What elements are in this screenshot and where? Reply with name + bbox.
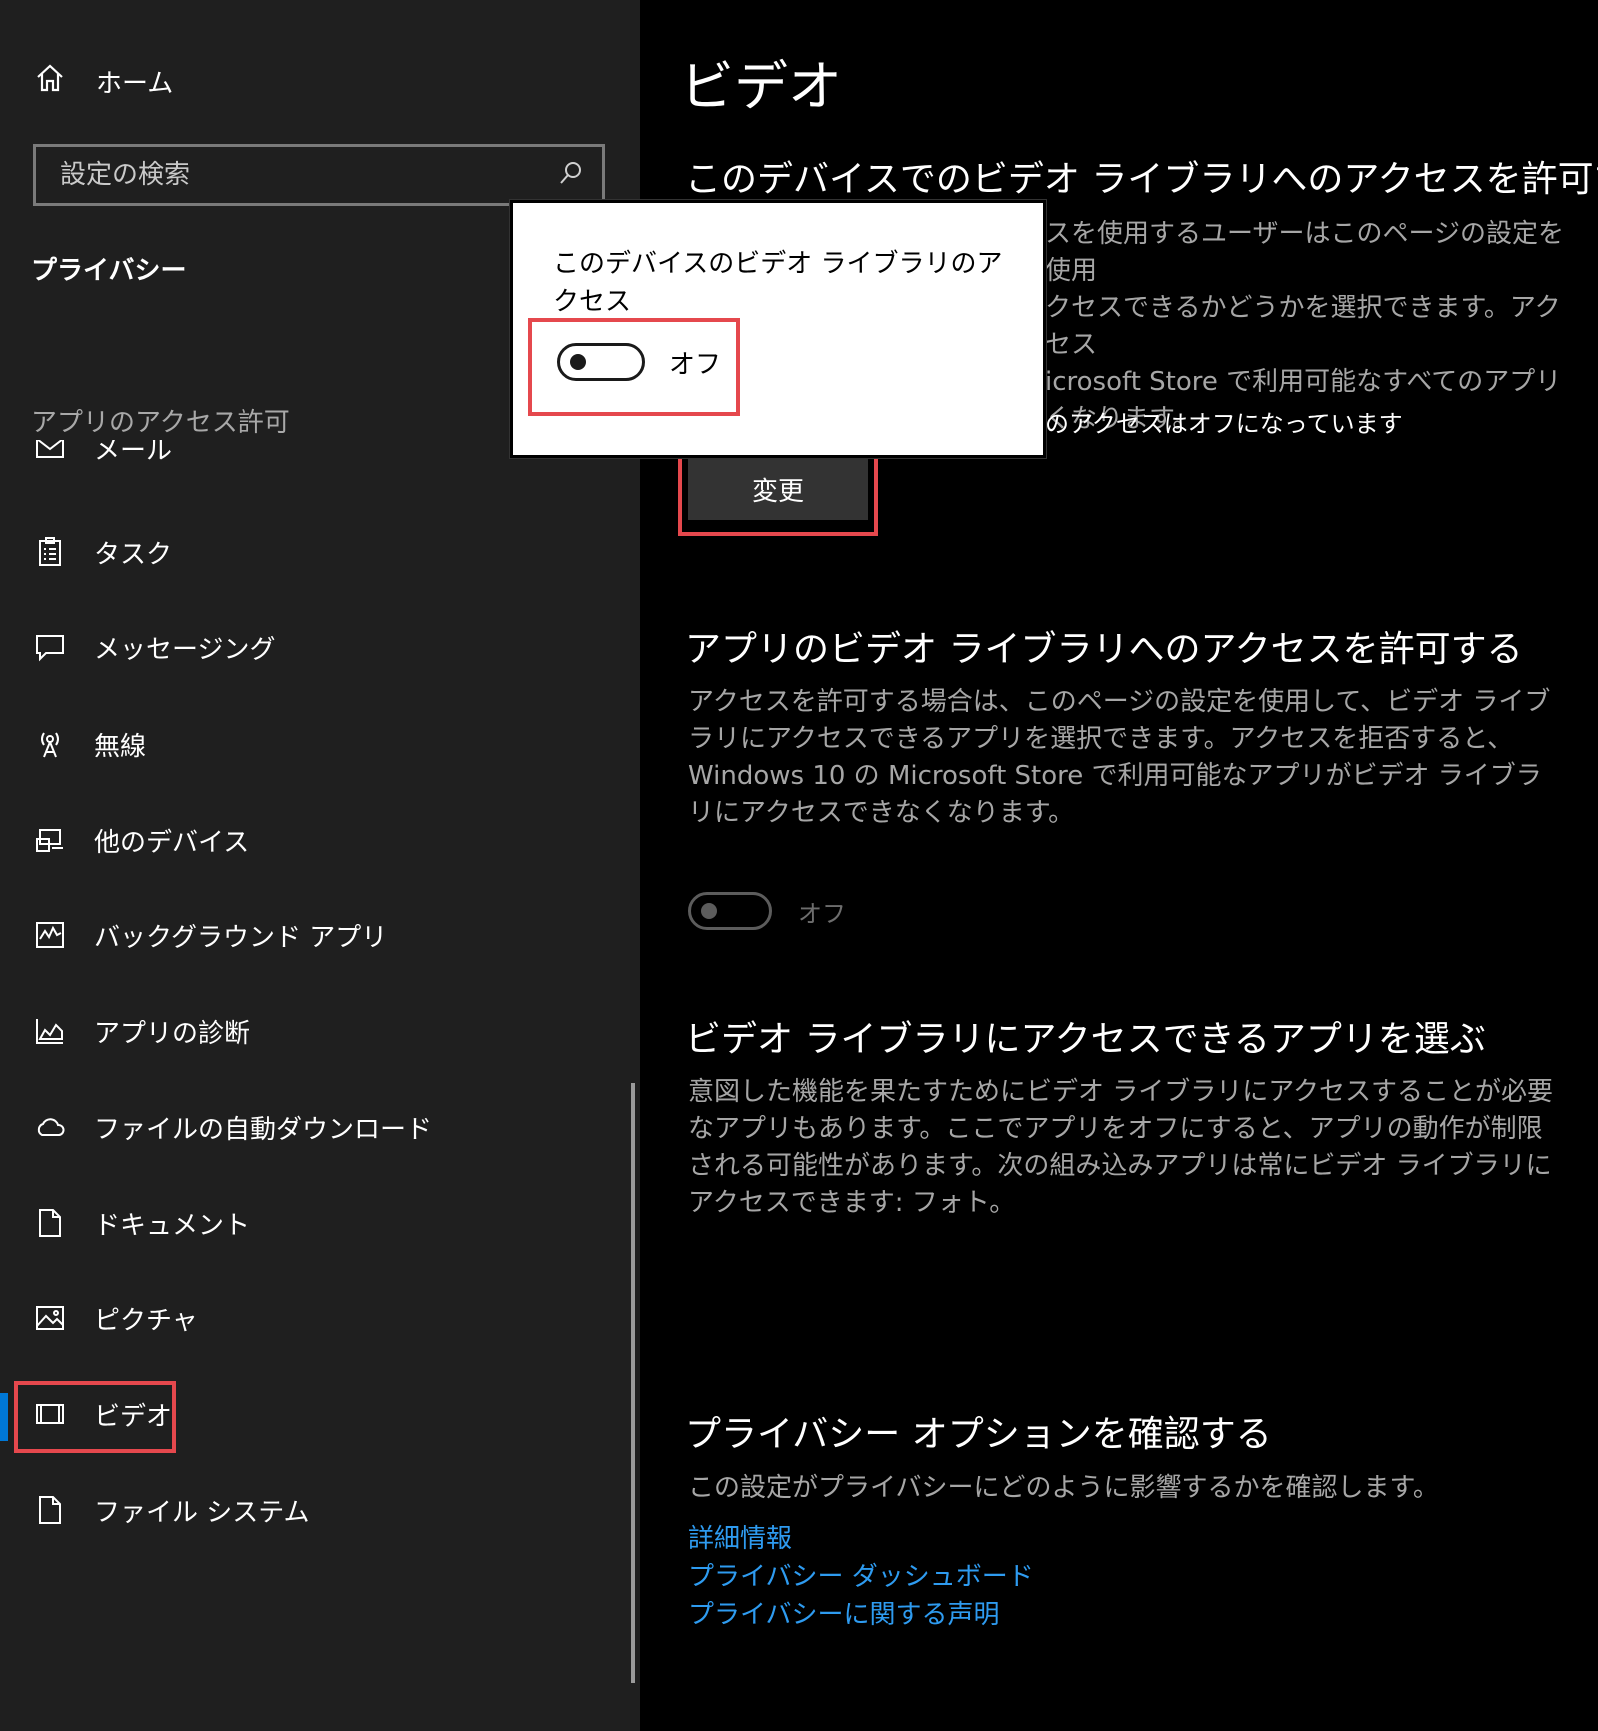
search-input[interactable] [58, 159, 558, 191]
sidebar-item-messaging[interactable]: メッセージング [34, 619, 275, 675]
sidebar-nav-list: メール タスク メッセージング 無線 他のデバイス バックグラウンド アプリ ア… [0, 440, 632, 1731]
section-title-privacy: プライバシー [31, 256, 187, 286]
home-label: ホーム [96, 68, 174, 99]
sidebar-item-other-devices[interactable]: 他のデバイス [34, 812, 249, 868]
radio-icon [34, 728, 66, 760]
cloud-icon [34, 1111, 66, 1143]
sidebar-item-tasks[interactable]: タスク [34, 524, 172, 580]
mail-icon [34, 440, 66, 464]
app-access-description: アクセスを許可する場合は、このページの設定を使用して、ビデオ ライブラリにアクセ… [688, 687, 1551, 828]
group-title-app-permissions: アプリのアクセス許可 [31, 408, 290, 438]
sidebar-item-label: バックグラウンド アプリ [94, 922, 388, 953]
messaging-icon [34, 631, 66, 663]
sidebar-item-app-diagnostics[interactable]: アプリの診断 [34, 1003, 250, 1059]
link-privacy-statement[interactable]: プライバシーに関する声明 [688, 1594, 999, 1631]
sidebar-item-label: ファイルの自動ダウンロード [94, 1114, 433, 1145]
sidebar-item-label: 他のデバイス [94, 827, 250, 858]
sidebar-item-label: メール [94, 440, 173, 466]
app-access-toggle-label: オフ [798, 899, 846, 928]
device-access-status: のアクセスはオフになっています [1045, 410, 1403, 438]
document-icon [34, 1207, 66, 1239]
app-access-toggle-row: オフ [688, 892, 846, 930]
choose-apps-description: 意図した機能を果たすためにビデオ ライブラリにアクセスすることが必要なアプリもあ… [688, 1077, 1553, 1218]
tasks-icon [34, 536, 66, 568]
sidebar-item-mail[interactable]: メール [34, 440, 172, 476]
toggle-knob [701, 903, 717, 919]
sidebar-item-auto-file-downloads[interactable]: ファイルの自動ダウンロード [34, 1099, 432, 1155]
sidebar-item-label: メッセージング [94, 634, 276, 665]
home-nav-item[interactable]: ホーム [34, 58, 173, 104]
file-system-icon [34, 1494, 66, 1526]
sidebar-item-documents[interactable]: ドキュメント [34, 1195, 250, 1251]
sidebar-item-label: ピクチャ [94, 1305, 198, 1336]
app-access-toggle[interactable] [688, 892, 772, 930]
sidebar-item-file-system[interactable]: ファイル システム [34, 1482, 310, 1538]
device-access-heading: このデバイスでのビデオ ライブラリへのアクセスを許可する [685, 159, 1598, 200]
background-apps-icon [34, 919, 66, 951]
choose-apps-heading: ビデオ ライブラリにアクセスできるアプリを選ぶ [685, 1019, 1486, 1060]
home-icon [34, 62, 66, 101]
link-privacy-dashboard[interactable]: プライバシー ダッシュボード [688, 1556, 1034, 1593]
sidebar-scrollbar[interactable] [631, 1083, 635, 1683]
app-access-heading: アプリのビデオ ライブラリへのアクセスを許可する [685, 629, 1523, 670]
page-title: ビデオ [680, 55, 842, 118]
sidebar-item-label: タスク [94, 539, 173, 570]
sidebar-item-label: アプリの診断 [94, 1018, 251, 1049]
privacy-options-description: この設定がプライバシーにどのように影響するかを確認します。 [688, 1473, 1439, 1503]
sidebar-item-radio[interactable]: 無線 [34, 716, 146, 772]
sidebar-item-label: ファイル システム [94, 1497, 310, 1528]
sidebar-item-label: 無線 [94, 731, 147, 762]
highlight-box-flyout-toggle [528, 318, 740, 416]
settings-search-box[interactable] [33, 144, 605, 206]
picture-icon [34, 1302, 66, 1334]
search-icon[interactable] [558, 160, 584, 190]
privacy-options-heading: プライバシー オプションを確認する [685, 1414, 1272, 1455]
sidebar-item-background-apps[interactable]: バックグラウンド アプリ [34, 907, 387, 963]
sidebar-item-pictures[interactable]: ピクチャ [34, 1290, 198, 1346]
sidebar-item-label: ドキュメント [94, 1210, 251, 1241]
other-devices-icon [34, 824, 66, 856]
link-more-info[interactable]: 詳細情報 [688, 1518, 792, 1555]
highlight-box-videos [14, 1381, 176, 1453]
selected-indicator [0, 1393, 8, 1441]
app-diagnostics-icon [34, 1015, 66, 1047]
flyout-title: このデバイスのビデオ ライブラリのアクセス [553, 249, 1003, 317]
